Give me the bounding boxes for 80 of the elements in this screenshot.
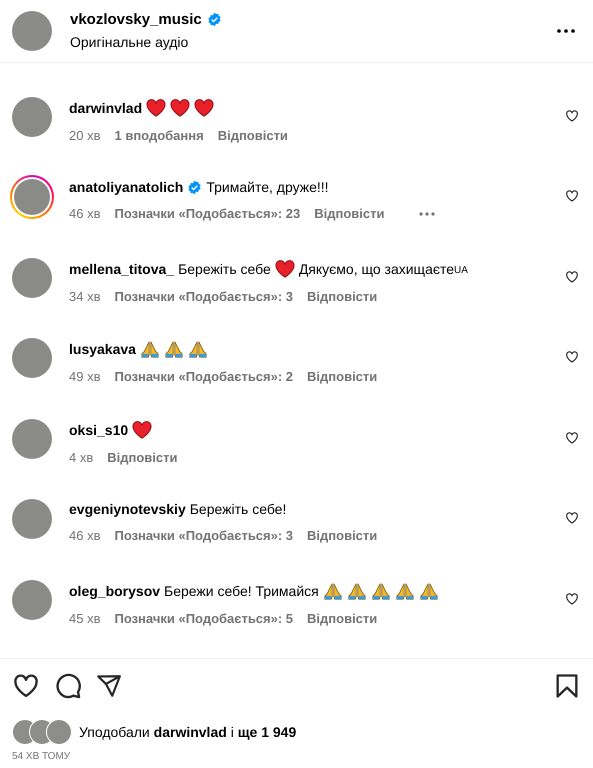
comment-likes[interactable]: Позначки «Подобається»: 23 bbox=[114, 206, 300, 221]
comment-text: Дякуємо, що захищаєте bbox=[298, 260, 454, 276]
heart-outline-icon bbox=[565, 592, 579, 606]
heart-outline-icon bbox=[565, 270, 579, 284]
commenter-avatar[interactable] bbox=[12, 580, 52, 620]
commenter-username[interactable]: anatoliyanatolich bbox=[69, 179, 184, 195]
heart-icon bbox=[194, 98, 214, 116]
comment-likes[interactable]: Позначки «Подобається»: 2 bbox=[114, 369, 294, 384]
praying-hands-icon bbox=[418, 582, 439, 600]
commenter-username[interactable]: oksi_s10 bbox=[69, 422, 128, 438]
commenter-username[interactable]: evgeniynotevskiy bbox=[69, 501, 186, 517]
comment-icon bbox=[54, 672, 82, 700]
comment-likes[interactable]: 1 вподобання bbox=[114, 128, 204, 142]
audio-label[interactable]: Оригінальне аудіо bbox=[70, 34, 539, 50]
comment-time: 49 хв bbox=[69, 369, 100, 384]
comment-more-button[interactable] bbox=[418, 212, 435, 216]
comment-time: 4 хв bbox=[69, 450, 94, 464]
heart-outline-icon bbox=[565, 430, 579, 444]
commenter-avatar[interactable] bbox=[12, 418, 52, 458]
reply-button[interactable]: Відповісти bbox=[314, 206, 385, 221]
liked-by-text: Уподобали darwinvlad і ще 1 949 bbox=[79, 724, 296, 740]
comment-time: 46 хв bbox=[69, 528, 100, 543]
reply-button[interactable]: Відповісти bbox=[107, 450, 178, 464]
like-comment-button[interactable] bbox=[565, 511, 579, 525]
profile-avatar[interactable] bbox=[12, 10, 52, 51]
comment-text: Бережи себе! Тримайся bbox=[164, 582, 319, 598]
username[interactable]: vkozlovsky_music bbox=[70, 11, 202, 28]
comment-likes[interactable]: Позначки «Подобається»: 5 bbox=[114, 610, 294, 626]
like-comment-button[interactable] bbox=[565, 189, 579, 203]
heart-icon bbox=[274, 260, 295, 278]
like-comment-button[interactable] bbox=[565, 350, 579, 364]
praying-hands-icon bbox=[140, 340, 160, 358]
praying-hands-icon bbox=[164, 340, 184, 358]
comment-text: UA bbox=[454, 264, 468, 276]
heart-icon bbox=[170, 98, 190, 116]
heart-outline-icon bbox=[565, 350, 579, 364]
heart-icon bbox=[146, 98, 166, 116]
comment-button[interactable] bbox=[54, 672, 82, 700]
commenter-username[interactable]: mellena_titova_ bbox=[69, 260, 174, 276]
like-button[interactable] bbox=[12, 672, 40, 700]
comment-text: Тримайте, друже!!! bbox=[206, 179, 329, 195]
paper-plane-icon bbox=[96, 673, 122, 699]
share-button[interactable] bbox=[96, 673, 122, 699]
heart-outline-icon bbox=[12, 672, 40, 700]
reply-button[interactable]: Відповісти bbox=[307, 288, 378, 304]
more-options-button[interactable] bbox=[557, 28, 575, 33]
heart-outline-icon bbox=[565, 108, 579, 122]
comment-time: 34 хв bbox=[69, 288, 100, 304]
reply-button[interactable]: Відповісти bbox=[307, 369, 378, 384]
like-comment-button[interactable] bbox=[565, 270, 579, 284]
praying-hands-icon bbox=[188, 340, 208, 358]
commenter-username[interactable]: darwinvlad bbox=[69, 100, 142, 116]
praying-hands-icon bbox=[394, 582, 415, 600]
commenter-username[interactable]: lusyakava bbox=[69, 341, 136, 357]
praying-hands-icon bbox=[346, 582, 367, 600]
comment-likes[interactable]: Позначки «Подобається»: 3 bbox=[114, 528, 294, 543]
comment-text: Бережіть себе! bbox=[190, 501, 286, 517]
commenter-avatar[interactable] bbox=[12, 338, 52, 378]
reply-button[interactable]: Відповісти bbox=[218, 128, 288, 142]
reply-button[interactable]: Відповісти bbox=[307, 610, 378, 626]
praying-hands-icon bbox=[370, 582, 391, 600]
praying-hands-icon bbox=[322, 582, 343, 600]
commenter-avatar[interactable] bbox=[12, 499, 52, 539]
heart-outline-icon bbox=[565, 511, 579, 525]
like-comment-button[interactable] bbox=[565, 592, 579, 606]
heart-icon bbox=[132, 420, 152, 438]
comment-time: 45 хв bbox=[69, 610, 100, 626]
post-time: 54 ХВ ТОМУ bbox=[12, 751, 72, 762]
liker-avatar bbox=[46, 719, 72, 745]
commenter-avatar[interactable] bbox=[12, 96, 52, 136]
comment-likes[interactable]: Позначки «Подобається»: 3 bbox=[114, 288, 294, 304]
like-comment-button[interactable] bbox=[565, 108, 579, 122]
comment-text: Бережіть себе bbox=[178, 260, 271, 276]
commenter-username[interactable]: oleg_borysov bbox=[69, 582, 160, 598]
commenter-avatar[interactable] bbox=[12, 258, 52, 298]
like-comment-button[interactable] bbox=[565, 430, 579, 444]
reply-button[interactable]: Відповісти bbox=[307, 528, 378, 543]
heart-outline-icon bbox=[565, 189, 579, 203]
comment-time: 20 хв bbox=[69, 128, 100, 142]
comment-time: 46 хв bbox=[69, 206, 100, 221]
